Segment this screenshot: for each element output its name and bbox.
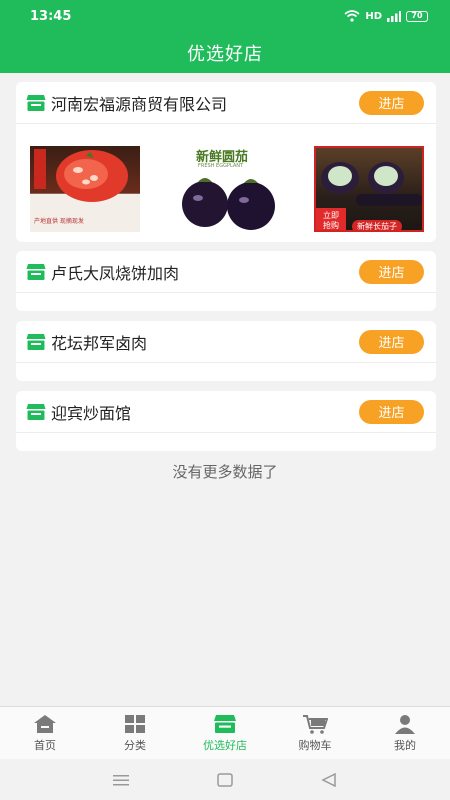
tab-label: 首页: [34, 738, 56, 752]
store-card-header[interactable]: 卢氏大凤烧饼加肉 进店: [16, 251, 436, 293]
signal-icon: [387, 10, 401, 22]
enter-store-button[interactable]: 进店: [359, 399, 424, 424]
tab-label: 优选好店: [203, 738, 247, 752]
tab-home[interactable]: 首页: [0, 707, 90, 759]
store-card: 迎宾炒面馆 进店: [16, 391, 436, 451]
store-card: 花坛邦军卤肉 进店: [16, 321, 436, 381]
store-card-header[interactable]: 迎宾炒面馆 进店: [16, 391, 436, 433]
eggplant-illustration: [182, 178, 275, 230]
back-icon[interactable]: [321, 772, 337, 787]
store-name: 卢氏大凤烧饼加肉: [51, 263, 180, 283]
system-nav-bar: [0, 759, 450, 800]
home-icon: [34, 714, 56, 733]
product-caption: 产地直供 现摘现发: [34, 218, 84, 225]
enter-store-button[interactable]: 进店: [359, 259, 424, 284]
network-label: HD: [365, 10, 382, 22]
app-header: 13:45 HD 70 优选好店: [0, 0, 450, 73]
grid-icon: [125, 714, 145, 733]
menu-icon[interactable]: [113, 774, 129, 786]
store-icon: [214, 714, 236, 733]
store-card: 卢氏大凤烧饼加肉 进店: [16, 251, 436, 311]
store-name: 河南宏福源商贸有限公司: [51, 94, 228, 114]
store-icon: [26, 94, 46, 111]
tab-category[interactable]: 分类: [90, 707, 180, 759]
enter-store-button[interactable]: 进店: [359, 90, 424, 115]
status-bar: 13:45 HD 70: [0, 0, 450, 32]
page-title: 优选好店: [187, 43, 263, 65]
enter-store-button[interactable]: 进店: [359, 329, 424, 354]
store-name: 花坛邦军卤肉: [51, 333, 148, 353]
store-card: 河南宏福源商贸有限公司 进店 产地直供 现摘现发 新鲜圆茄 FRESH EGGP…: [16, 82, 436, 242]
promo-badge: 立即 抢购: [316, 208, 346, 230]
store-icon: [26, 403, 46, 420]
wifi-icon: [344, 10, 360, 22]
no-more-data-text: 没有更多数据了: [172, 463, 278, 481]
status-time: 13:45: [30, 8, 72, 24]
product-image-tomato[interactable]: 产地直供 现摘现发: [30, 146, 140, 232]
promo-tag: 新鲜长茄子: [352, 220, 402, 230]
home-square-icon[interactable]: [217, 772, 233, 787]
bottom-tab-bar: 首页 分类 优选好店 购物车 我的: [0, 706, 450, 759]
battery-icon: 70: [406, 10, 428, 22]
product-row: 产地直供 现摘现发 新鲜圆茄 FRESH EGGPLANT 立即 抢购 新鲜长茄…: [16, 124, 436, 242]
tab-label: 分类: [124, 738, 146, 752]
product-image-round-eggplant[interactable]: 新鲜圆茄 FRESH EGGPLANT: [172, 146, 282, 232]
product-image-long-eggplant[interactable]: 立即 抢购 新鲜长茄子: [314, 146, 424, 232]
tab-label: 购物车: [298, 738, 332, 752]
status-icons: HD 70: [344, 10, 428, 22]
user-icon: [395, 714, 415, 734]
store-card-header[interactable]: 河南宏福源商贸有限公司 进店: [16, 82, 436, 124]
tab-profile[interactable]: 我的: [360, 707, 450, 759]
store-icon: [26, 263, 46, 280]
store-icon: [26, 333, 46, 350]
store-card-header[interactable]: 花坛邦军卤肉 进店: [16, 321, 436, 363]
tab-label: 我的: [394, 738, 416, 752]
tab-stores[interactable]: 优选好店: [180, 707, 270, 759]
cart-icon: [303, 714, 328, 734]
store-name: 迎宾炒面馆: [51, 403, 132, 423]
tab-cart[interactable]: 购物车: [270, 707, 360, 759]
